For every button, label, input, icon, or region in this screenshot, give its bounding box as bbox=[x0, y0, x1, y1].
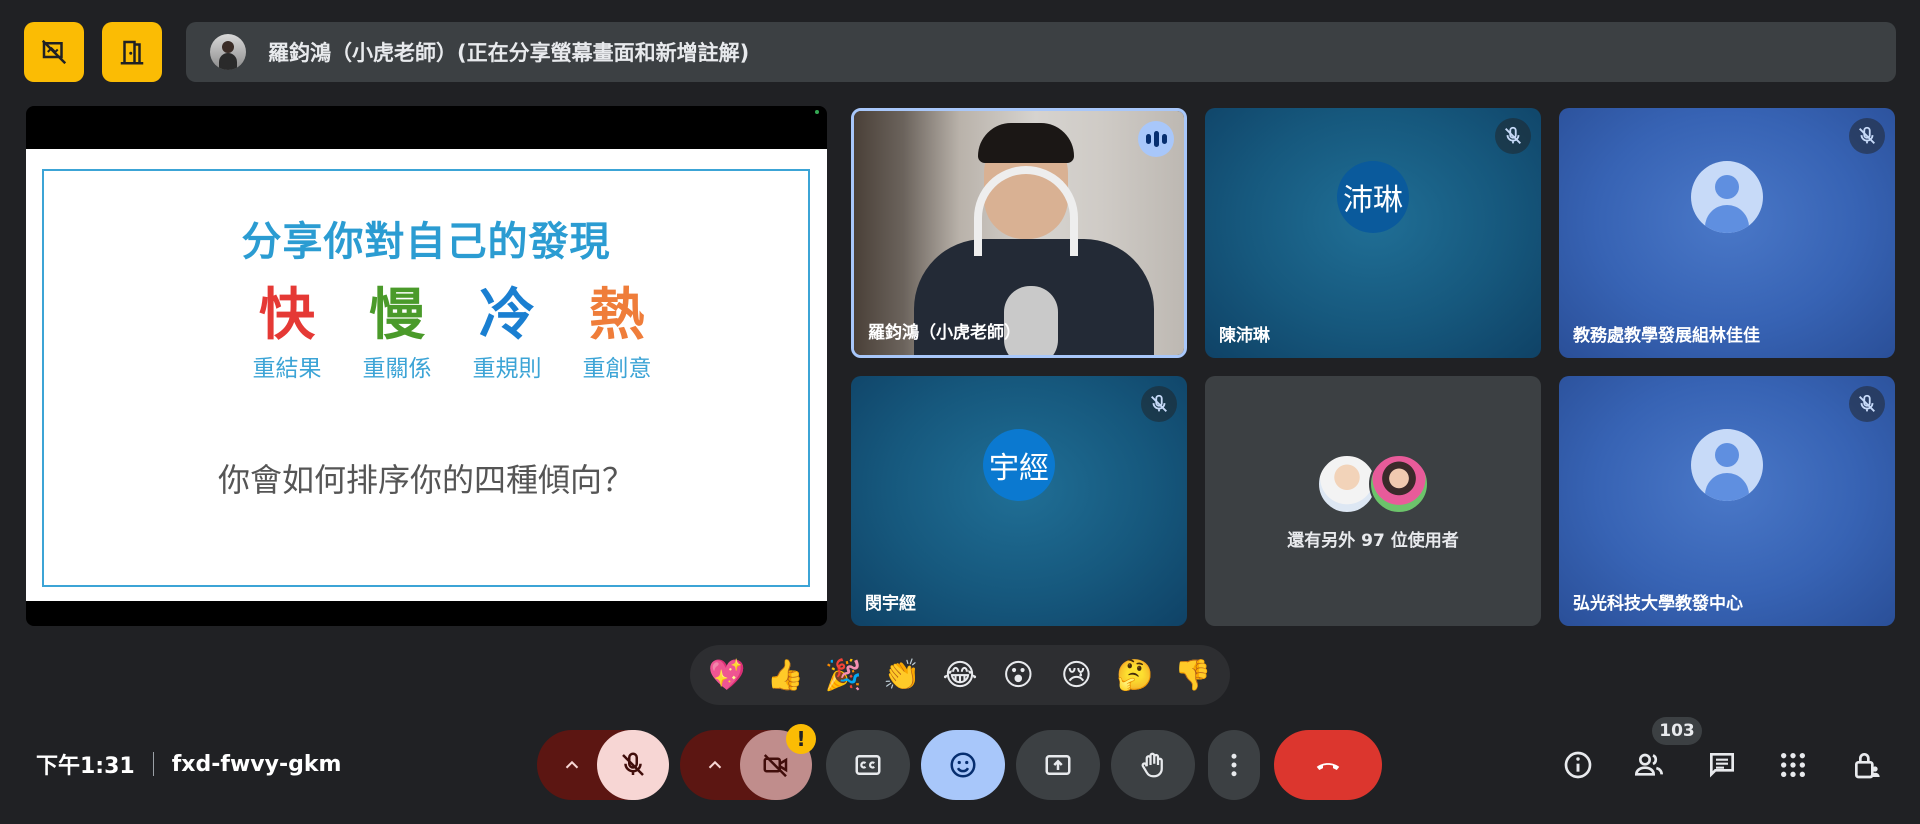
participant-tile-lin[interactable]: 教務處教學發展組林佳佳 bbox=[1559, 108, 1895, 358]
hand-icon bbox=[1141, 752, 1163, 778]
people-count-badge: 103 bbox=[1652, 717, 1702, 745]
meeting-details-button[interactable] bbox=[1557, 744, 1599, 786]
more-options-button[interactable] bbox=[1208, 730, 1260, 800]
emoji-icon bbox=[950, 752, 976, 778]
meeting-code: fxd-fwvy-gkm bbox=[171, 751, 342, 777]
participant-name: 陳沛琳 bbox=[1219, 326, 1270, 346]
chevron-up-icon bbox=[565, 760, 579, 769]
trait-big: 慢 bbox=[369, 283, 425, 348]
hide-annotations-button[interactable] bbox=[24, 22, 84, 82]
reactions-button[interactable] bbox=[921, 730, 1005, 800]
activities-button[interactable] bbox=[1772, 744, 1814, 786]
host-controls-button[interactable] bbox=[1846, 744, 1888, 786]
speaker-hair bbox=[978, 123, 1074, 163]
divider bbox=[152, 752, 154, 776]
participant-tile-chen[interactable]: 沛琳 陳沛琳 bbox=[1205, 108, 1541, 358]
presenter-bar: 羅鈞鴻（小虎老師）(正在分享螢幕畫面和新增註解) bbox=[186, 22, 1896, 82]
chat-icon bbox=[1710, 753, 1734, 778]
trait-small: 重規則 bbox=[472, 356, 542, 382]
present-screen-icon bbox=[1045, 755, 1071, 775]
meeting-info: 下午1:31 fxd-fwvy-gkm bbox=[36, 748, 341, 780]
slide-question: 你會如何排序你的四種傾向？ bbox=[217, 461, 634, 499]
trait-big: 冷 bbox=[479, 283, 535, 348]
others-count-text: 還有另外 97 位使用者 bbox=[1287, 531, 1459, 551]
avatar bbox=[1317, 454, 1377, 514]
chevron-up-icon bbox=[708, 760, 722, 769]
mic-off-icon bbox=[1849, 386, 1885, 422]
trait-small: 重創意 bbox=[582, 356, 652, 382]
captions-icon bbox=[855, 755, 881, 775]
participant-name: 羅鈞鴻（小虎老師） bbox=[868, 323, 1021, 343]
participant-tile-min[interactable]: 宇經 閔宇經 bbox=[851, 376, 1187, 626]
slide-title: 分享你對自己的發現 bbox=[241, 219, 611, 265]
trait-fast: 快 重結果 bbox=[232, 285, 342, 383]
mic-off-icon bbox=[1849, 118, 1885, 154]
reaction-thumbs-down[interactable]: 👎 bbox=[1167, 649, 1219, 701]
leave-button[interactable] bbox=[102, 22, 162, 82]
avatar: 宇經 bbox=[983, 429, 1055, 501]
mic-off-icon bbox=[622, 752, 644, 776]
trait-hot: 熱 重創意 bbox=[562, 285, 672, 383]
end-call-icon bbox=[1316, 763, 1340, 770]
reaction-sparkling-heart[interactable]: 💖 bbox=[701, 649, 753, 701]
trait-small: 重結果 bbox=[252, 356, 322, 382]
slide: 分享你對自己的發現 快 重結果 慢 重關係 冷 重規則 熱 重創意 你會如何排序… bbox=[26, 149, 827, 601]
mic-off-icon bbox=[1495, 118, 1531, 154]
slide-frame: 分享你對自己的發現 快 重結果 慢 重關係 冷 重規則 熱 重創意 你會如何排序… bbox=[42, 169, 810, 587]
participant-name: 閔宇經 bbox=[865, 594, 916, 614]
avatar bbox=[1691, 429, 1763, 501]
leave-call-button[interactable] bbox=[1274, 730, 1382, 800]
captions-button[interactable] bbox=[826, 730, 910, 800]
avatar bbox=[1369, 454, 1429, 514]
hide-annotations-icon bbox=[41, 39, 67, 65]
mic-off-icon bbox=[1141, 386, 1177, 422]
other-avatars bbox=[1317, 454, 1433, 516]
reaction-party-popper[interactable]: 🎉 bbox=[818, 649, 870, 701]
trait-small: 重關係 bbox=[362, 356, 432, 382]
trait-slow: 慢 重關係 bbox=[342, 285, 452, 383]
screen-share[interactable]: 分享你對自己的發現 快 重結果 慢 重關係 冷 重規則 熱 重創意 你會如何排序… bbox=[26, 106, 827, 626]
camera-off-icon bbox=[763, 754, 788, 778]
trait-cold: 冷 重規則 bbox=[452, 285, 562, 383]
presenter-text: 羅鈞鴻（小虎老師）(正在分享螢幕畫面和新增註解) bbox=[268, 41, 750, 65]
leave-icon bbox=[120, 40, 144, 65]
avatar bbox=[1691, 161, 1763, 233]
reaction-crying[interactable]: 😢 bbox=[1050, 649, 1102, 701]
raise-hand-button[interactable] bbox=[1111, 730, 1195, 800]
participant-tile-hk[interactable]: 弘光科技大學教發中心 bbox=[1559, 376, 1895, 626]
speaking-indicator-icon bbox=[1138, 121, 1174, 157]
reaction-thinking[interactable]: 🤔 bbox=[1109, 649, 1161, 701]
lock-person-icon bbox=[1855, 753, 1880, 779]
participant-name: 弘光科技大學教發中心 bbox=[1573, 594, 1743, 614]
trait-big: 快 bbox=[259, 283, 315, 348]
presenter-avatar bbox=[210, 34, 246, 70]
present-button[interactable] bbox=[1016, 730, 1100, 800]
apps-grid-icon bbox=[1781, 753, 1805, 777]
microphone-toggle-button[interactable] bbox=[597, 730, 669, 800]
warning-badge: ! bbox=[786, 724, 816, 754]
chat-button[interactable] bbox=[1701, 744, 1743, 786]
other-participants-tile[interactable]: 還有另外 97 位使用者 bbox=[1205, 376, 1541, 626]
people-icon bbox=[1634, 753, 1663, 776]
people-button[interactable] bbox=[1628, 744, 1670, 786]
clock: 下午1:31 bbox=[36, 754, 135, 779]
status-dot bbox=[815, 110, 819, 114]
participant-name: 教務處教學發展組林佳佳 bbox=[1573, 326, 1760, 346]
trait-big: 熱 bbox=[589, 283, 645, 348]
more-vert-icon bbox=[1231, 753, 1237, 777]
avatar: 沛琳 bbox=[1337, 161, 1409, 233]
info-icon bbox=[1564, 751, 1592, 779]
reaction-thumbs-up[interactable]: 👍 bbox=[759, 649, 811, 701]
reaction-joy[interactable]: 😂 bbox=[934, 649, 986, 701]
reaction-surprised[interactable]: 😮 bbox=[992, 649, 1044, 701]
reaction-bar: 💖 👍 🎉 👏 😂 😮 😢 🤔 👎 bbox=[690, 645, 1230, 705]
participant-tile-speaker[interactable]: 羅鈞鴻（小虎老師） bbox=[851, 108, 1187, 358]
reaction-clapping[interactable]: 👏 bbox=[876, 649, 928, 701]
